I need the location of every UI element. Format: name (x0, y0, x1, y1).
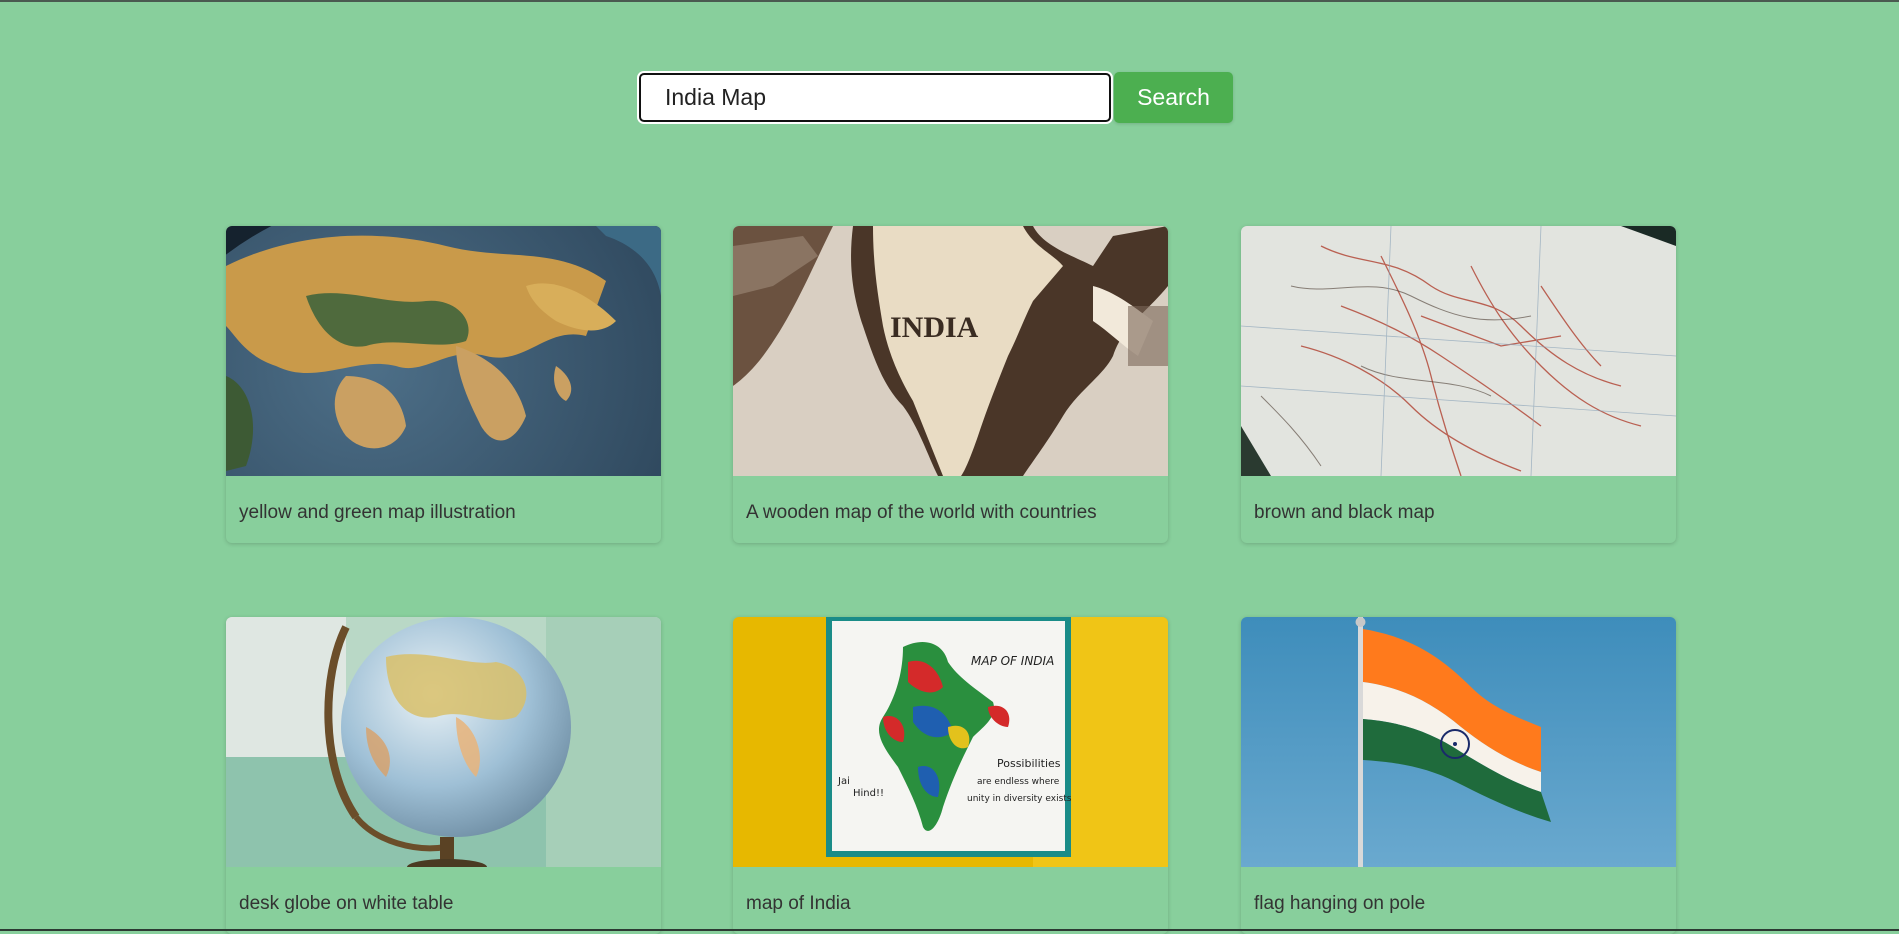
result-card[interactable]: MAP OF INDIA Possibilities are endless w… (733, 617, 1168, 934)
svg-text:Hind!!: Hind!! (853, 788, 884, 799)
indian-flag-image[interactable] (1241, 617, 1676, 867)
search-button[interactable]: Search (1114, 72, 1233, 123)
svg-text:Jai: Jai (837, 776, 850, 787)
result-card[interactable]: brown and black map (1241, 226, 1676, 543)
svg-text:Possibilities: Possibilities (997, 757, 1061, 770)
svg-text:are endless where: are endless where (977, 777, 1060, 787)
window-top-border (0, 0, 1899, 2)
result-card[interactable]: yellow and green map illustration (226, 226, 661, 543)
paper-map-image[interactable] (1241, 226, 1676, 476)
result-caption: A wooden map of the world with countries (746, 502, 1097, 523)
result-card[interactable]: flag hanging on pole (1241, 617, 1676, 934)
india-map-label: INDIA (890, 311, 979, 344)
result-caption: flag hanging on pole (1254, 893, 1426, 914)
result-caption: desk globe on white table (239, 893, 454, 914)
search-input[interactable] (639, 73, 1111, 122)
svg-text:unity in diversity exists: unity in diversity exists (967, 794, 1072, 804)
result-card[interactable]: desk globe on white table (226, 617, 661, 934)
desk-globe-image[interactable] (226, 617, 661, 867)
result-caption: map of India (746, 893, 851, 914)
result-card[interactable]: INDIA A wooden map of the world with cou… (733, 226, 1168, 543)
wooden-map-image[interactable]: INDIA (733, 226, 1168, 476)
search-bar: Search (639, 72, 1233, 123)
globe-closeup-image[interactable] (226, 226, 661, 476)
result-caption: brown and black map (1254, 502, 1435, 523)
poster-title: MAP OF INDIA (971, 654, 1054, 668)
result-caption: yellow and green map illustration (239, 502, 516, 523)
india-poster-image[interactable]: MAP OF INDIA Possibilities are endless w… (733, 617, 1168, 867)
